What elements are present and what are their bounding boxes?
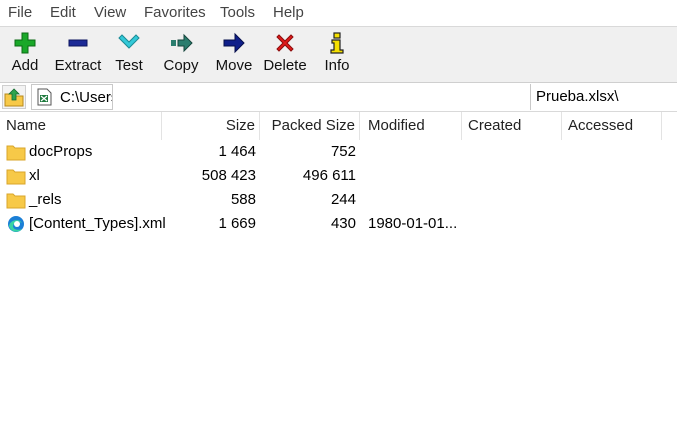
add-button[interactable]: Add <box>4 27 46 82</box>
col-packed-size[interactable]: Packed Size <box>260 112 360 140</box>
file-packed-size: 430 <box>330 215 356 232</box>
col-modified[interactable]: Modified <box>362 112 462 140</box>
path-end-field[interactable]: Prueba.xlsx\ <box>530 84 677 110</box>
file-size: 508 423 <box>201 167 256 184</box>
file-modified <box>362 140 462 164</box>
file-name: xl <box>29 167 40 184</box>
excel-file-icon <box>37 88 52 106</box>
col-accessed[interactable]: Accessed <box>562 112 662 140</box>
path-input[interactable]: C:\Users <box>31 84 113 110</box>
file-name: _rels <box>29 191 62 208</box>
column-header: Name Size Packed Size Modified Created A… <box>0 112 677 140</box>
file-modified: 1980-01-01... <box>368 215 458 232</box>
menu-edit[interactable]: Edit <box>50 4 76 21</box>
menu-tools[interactable]: Tools <box>220 4 255 21</box>
plus-icon <box>14 32 36 54</box>
list-item[interactable]: docProps 1 464 752 <box>0 140 677 164</box>
up-folder-button[interactable] <box>2 85 26 109</box>
test-button[interactable]: Test <box>110 27 148 82</box>
move-button[interactable]: Move <box>212 27 256 82</box>
file-packed-size: 496 611 <box>302 167 356 184</box>
minus-icon <box>68 39 88 47</box>
folder-up-icon <box>4 88 24 107</box>
toolbar: Add Extract Test Copy Move Delete Info <box>0 27 677 83</box>
path-end-text: Prueba.xlsx\ <box>536 88 619 105</box>
check-chevron-icon <box>118 34 140 49</box>
file-modified <box>362 188 462 212</box>
delete-button[interactable]: Delete <box>262 27 308 82</box>
copy-arrow-icon <box>171 33 193 53</box>
folder-icon <box>6 145 26 161</box>
extract-button[interactable]: Extract <box>52 27 104 82</box>
copy-label: Copy <box>163 57 199 74</box>
file-modified <box>362 164 462 188</box>
menu-favorites[interactable]: Favorites <box>144 4 206 21</box>
copy-button[interactable]: Copy <box>160 27 202 82</box>
delete-x-icon <box>276 34 294 52</box>
file-packed-size: 752 <box>330 143 356 160</box>
delete-label: Delete <box>263 57 307 74</box>
col-name[interactable]: Name <box>0 112 162 140</box>
edge-browser-icon <box>8 216 24 232</box>
move-label: Move <box>215 57 253 74</box>
test-label: Test <box>115 57 143 74</box>
file-size: 1 669 <box>218 215 256 232</box>
list-item[interactable]: [Content_Types].xml 1 669 430 1980-01-01… <box>0 212 677 236</box>
file-size: 1 464 <box>218 143 256 160</box>
menu-help[interactable]: Help <box>273 4 304 21</box>
extract-label: Extract <box>54 57 102 74</box>
menu-file[interactable]: File <box>8 4 32 21</box>
file-name: [Content_Types].xml <box>29 215 166 232</box>
path-start-text: C:\Users <box>60 89 112 106</box>
file-size: 588 <box>230 191 256 208</box>
col-size[interactable]: Size <box>162 112 260 140</box>
list-item[interactable]: xl 508 423 496 611 <box>0 164 677 188</box>
address-bar: C:\Users Prueba.xlsx\ <box>0 83 677 112</box>
col-created[interactable]: Created <box>462 112 562 140</box>
file-name: docProps <box>29 143 93 160</box>
add-label: Add <box>11 57 39 74</box>
menu-view[interactable]: View <box>94 4 126 21</box>
folder-icon <box>6 193 26 209</box>
move-arrow-icon <box>223 32 245 54</box>
info-label: Info <box>324 57 350 74</box>
folder-icon <box>6 169 26 185</box>
menu-bar: File Edit View Favorites Tools Help <box>0 0 677 27</box>
file-packed-size: 244 <box>330 191 356 208</box>
info-button[interactable]: Info <box>320 27 354 82</box>
info-icon <box>330 32 344 54</box>
list-item[interactable]: _rels 588 244 <box>0 188 677 212</box>
